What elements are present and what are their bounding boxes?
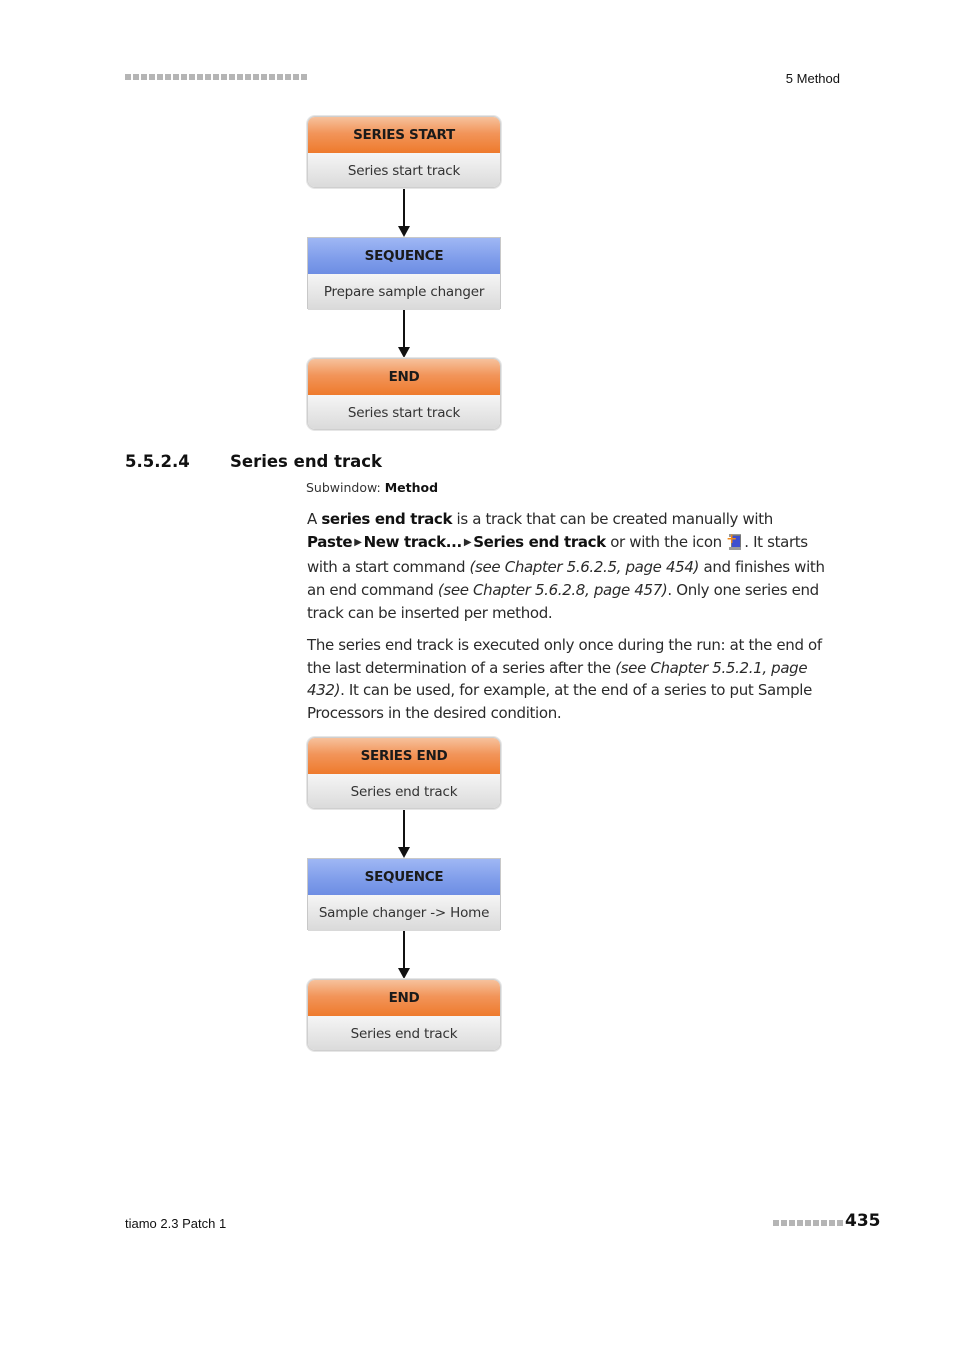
- footer-decoration: [773, 1220, 843, 1226]
- node-title: SERIES START: [308, 117, 500, 153]
- node-title: END: [308, 359, 500, 395]
- text: A: [307, 510, 322, 528]
- page-number: 435: [845, 1211, 881, 1231]
- flow-node-end: END Series start track: [307, 358, 501, 430]
- decor-square: [797, 1220, 803, 1226]
- decor-square: [813, 1220, 819, 1226]
- decor-square: [173, 74, 179, 80]
- arrow-down-icon: [398, 310, 410, 358]
- subwindow-value: Method: [384, 480, 439, 495]
- cross-reference-link[interactable]: (see Chapter 5.6.2.5, page 454): [470, 558, 700, 576]
- chapter-label: 5 Method: [785, 71, 840, 86]
- decor-square: [773, 1220, 779, 1226]
- node-label: Series start track: [308, 395, 500, 429]
- flow-node-end: END Series end track: [307, 979, 501, 1051]
- decor-square: [789, 1220, 795, 1226]
- flow-node-series-end: SERIES END Series end track: [307, 737, 501, 809]
- decor-square: [237, 74, 243, 80]
- arrow-down-icon: [398, 810, 410, 858]
- header-decoration: [125, 74, 307, 80]
- menu-separator-icon: ▶: [354, 536, 362, 548]
- decor-square: [221, 74, 227, 80]
- decor-square: [781, 1220, 787, 1226]
- decor-square: [269, 74, 275, 80]
- decor-square: [245, 74, 251, 80]
- text: is a track that can be created manually …: [452, 510, 773, 528]
- node-title: SEQUENCE: [308, 238, 500, 274]
- section-number: 5.5.2.4: [125, 452, 190, 471]
- decor-square: [125, 74, 131, 80]
- decor-square: [205, 74, 211, 80]
- decor-square: [213, 74, 219, 80]
- node-title: SEQUENCE: [308, 859, 500, 895]
- flow-node-series-start: SERIES START Series start track: [307, 116, 501, 188]
- paragraph-execution: The series end track is executed only on…: [307, 634, 837, 725]
- decor-square: [165, 74, 171, 80]
- subwindow-note: Subwindow: Method: [306, 480, 438, 495]
- node-label: Series end track: [308, 774, 500, 808]
- paragraph-definition: A series end track is a track that can b…: [307, 508, 837, 625]
- decor-square: [293, 74, 299, 80]
- node-label: Sample changer -> Home: [308, 895, 500, 931]
- menu-path-new-track: New track...: [363, 532, 463, 551]
- text: . It can be used, for example, at the en…: [307, 681, 812, 723]
- node-title: SERIES END: [308, 738, 500, 774]
- node-label: Series end track: [308, 1016, 500, 1050]
- arrow-down-icon: [398, 189, 410, 237]
- menu-path-series-end-track: Series end track: [473, 532, 606, 551]
- decor-square: [277, 74, 283, 80]
- subwindow-label: Subwindow:: [306, 480, 381, 495]
- cross-reference-link[interactable]: (see Chapter 5.6.2.8, page 457): [438, 581, 668, 599]
- node-label: Prepare sample changer: [308, 274, 500, 310]
- decor-square: [253, 74, 259, 80]
- arrow-down-icon: [398, 931, 410, 979]
- menu-path-paste: Paste: [307, 532, 353, 551]
- series-end-track-icon: +: [726, 532, 744, 550]
- decor-square: [181, 74, 187, 80]
- text: or with the icon: [605, 532, 727, 551]
- decor-square: [133, 74, 139, 80]
- menu-separator-icon: ▶: [463, 536, 472, 548]
- decor-square: [805, 1220, 811, 1226]
- decor-square: [141, 74, 147, 80]
- footer-product-label: tiamo 2.3 Patch 1: [125, 1216, 227, 1231]
- decor-square: [189, 74, 195, 80]
- section-title: Series end track: [230, 452, 383, 471]
- flow-diagram-series-end: SERIES END Series end track SEQUENCE Sam…: [307, 737, 501, 1053]
- decor-square: [229, 74, 235, 80]
- decor-square: [261, 74, 267, 80]
- decor-square: [821, 1220, 827, 1226]
- decor-square: [829, 1220, 835, 1226]
- node-label: Series start track: [308, 153, 500, 187]
- decor-square: [157, 74, 163, 80]
- decor-square: [837, 1220, 843, 1226]
- decor-square: [285, 74, 291, 80]
- decor-square: [149, 74, 155, 80]
- decor-square: [197, 74, 203, 80]
- flow-diagram-series-start: SERIES START Series start track SEQUENCE…: [307, 116, 501, 432]
- decor-square: [301, 74, 307, 80]
- flow-node-sequence: SEQUENCE Sample changer -> Home: [307, 858, 501, 931]
- term-series-end-track: series end track: [321, 510, 453, 528]
- node-title: END: [308, 980, 500, 1016]
- flow-node-sequence: SEQUENCE Prepare sample changer: [307, 237, 501, 310]
